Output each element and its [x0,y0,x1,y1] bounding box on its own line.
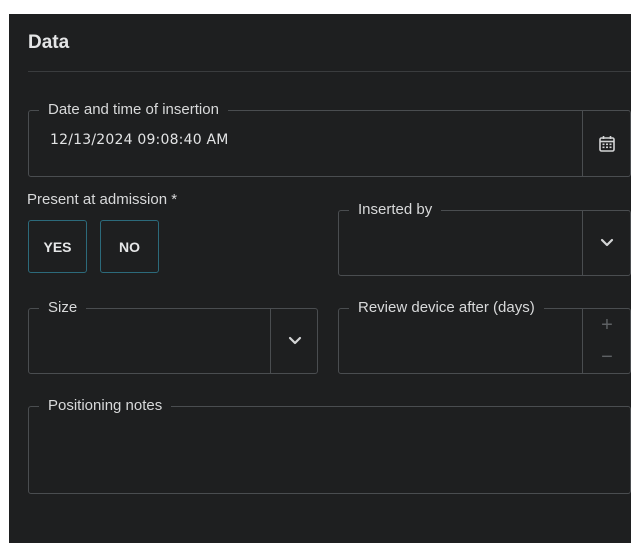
increment-button[interactable]: + [583,309,631,341]
section-title: Data [28,32,70,53]
insertion-datetime-value: 12/13/2024 09:08:40 AM [50,132,229,148]
inserted-by-select[interactable]: Inserted by [338,201,631,276]
size-select[interactable]: Size [28,299,318,374]
positioning-notes-textarea[interactable]: Positioning notes [28,397,631,494]
admission-no-button[interactable]: NO [100,220,159,273]
review-days-label: Review device after (days) [349,299,544,317]
calendar-icon [599,135,615,152]
minus-icon: − [601,345,613,368]
decrement-button[interactable]: − [583,341,631,373]
inserted-by-dropdown-button[interactable] [583,211,631,275]
positioning-notes-label: Positioning notes [39,397,172,415]
section-divider [28,71,631,72]
size-dropdown-button[interactable] [271,309,318,373]
calendar-button[interactable] [583,111,631,176]
review-days-stepper[interactable]: Review device after (days) + − [338,299,631,374]
admission-yes-button[interactable]: YES [28,220,87,273]
present-at-admission-label: Present at admission * [27,191,178,208]
chevron-down-icon [288,336,301,345]
chevron-down-icon [600,238,614,247]
insertion-datetime-label: Date and time of insertion [39,101,228,119]
data-panel: Data Date and time of insertion 12/13/20… [9,14,631,543]
plus-icon: + [601,313,613,336]
insertion-datetime-field[interactable]: Date and time of insertion 12/13/2024 09… [28,101,631,177]
inserted-by-label: Inserted by [349,201,442,219]
size-label: Size [39,299,87,317]
